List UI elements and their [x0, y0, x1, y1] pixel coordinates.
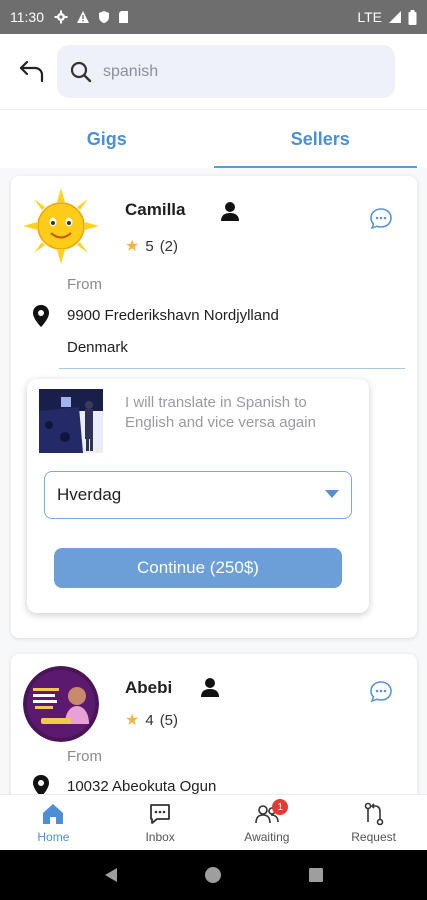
nav-label: Home	[37, 830, 70, 844]
location-line-2: Denmark	[67, 339, 128, 356]
bottom-navigation: Home Inbox 1 Awaiting Request	[0, 794, 427, 850]
search-header	[0, 34, 427, 110]
back-icon[interactable]	[102, 866, 120, 884]
nav-request[interactable]: Request	[320, 795, 427, 850]
shield-icon	[99, 11, 109, 23]
seller-name: Abebi	[125, 678, 173, 697]
seller-rating: ★ 4 (5)	[125, 710, 178, 730]
from-label: From	[67, 748, 102, 765]
back-arrow-icon[interactable]	[16, 56, 48, 88]
notification-badge: 1	[272, 799, 289, 815]
location-pin-icon	[33, 775, 49, 794]
rating-value: 5	[145, 237, 154, 255]
alert-icon	[77, 11, 89, 23]
gig-card[interactable]: I will translate in Spanish to English a…	[27, 379, 369, 613]
person-icon	[201, 678, 219, 697]
nav-awaiting[interactable]: 1 Awaiting	[214, 795, 321, 850]
search-icon	[70, 61, 92, 82]
inbox-icon	[150, 804, 171, 824]
settings-icon	[54, 10, 68, 24]
seller-name: Camilla	[125, 200, 186, 219]
package-dropdown[interactable]: Hverdag	[44, 471, 352, 519]
rating-value: 4	[145, 711, 154, 729]
location-pin-icon	[33, 305, 49, 327]
location-line-1: 9900 Frederikshavn Nordjylland	[67, 307, 279, 324]
network-type: LTE	[357, 9, 382, 25]
nav-label: Inbox	[145, 830, 175, 844]
status-time: 11:30	[10, 9, 44, 25]
seller-avatar[interactable]	[23, 188, 99, 264]
from-label: From	[67, 276, 102, 293]
home-icon	[43, 804, 64, 824]
recents-icon[interactable]	[307, 866, 325, 884]
tab-sellers[interactable]: Sellers	[213, 110, 427, 168]
system-navigation-bar	[0, 850, 427, 900]
nav-label: Request	[351, 830, 396, 844]
person-icon	[221, 202, 239, 221]
status-bar: 11:30 LTE	[0, 0, 427, 34]
nav-home[interactable]: Home	[0, 795, 107, 850]
continue-button[interactable]: Continue (250$)	[54, 548, 342, 588]
chat-bubble-icon[interactable]	[369, 680, 393, 704]
star-icon: ★	[125, 238, 140, 255]
star-icon: ★	[125, 712, 140, 729]
nav-inbox[interactable]: Inbox	[107, 795, 214, 850]
dropdown-value: Hverdag	[57, 485, 122, 504]
seller-list[interactable]: Camilla ★ 5 (2) From 9900 Frederikshavn …	[0, 168, 427, 794]
gig-description: I will translate in Spanish to English a…	[125, 394, 316, 431]
battery-icon	[408, 9, 417, 25]
review-count: (5)	[159, 711, 179, 729]
tab-gigs[interactable]: Gigs	[0, 110, 214, 168]
dropdown-arrow-icon	[325, 490, 339, 498]
seller-rating: ★ 5 (2)	[125, 236, 178, 256]
search-input[interactable]	[103, 62, 363, 81]
seller-card[interactable]: Abebi ★ 4 (5) From 10032 Abeokuta Ogun	[11, 654, 417, 794]
divider	[59, 368, 405, 369]
request-icon	[364, 802, 383, 826]
location-line-1: 10032 Abeokuta Ogun	[67, 778, 217, 794]
seller-card[interactable]: Camilla ★ 5 (2) From 9900 Frederikshavn …	[11, 176, 417, 638]
home-button-icon[interactable]	[204, 866, 222, 884]
seller-avatar[interactable]	[23, 666, 99, 742]
signal-icon	[389, 11, 401, 23]
sd-card-icon	[119, 11, 128, 23]
search-box[interactable]	[57, 45, 395, 98]
tab-bar: Gigs Sellers	[0, 110, 427, 168]
gig-thumbnail[interactable]	[39, 389, 103, 453]
chat-bubble-icon[interactable]	[369, 207, 393, 231]
review-count: (2)	[159, 237, 179, 255]
nav-label: Awaiting	[244, 830, 290, 844]
